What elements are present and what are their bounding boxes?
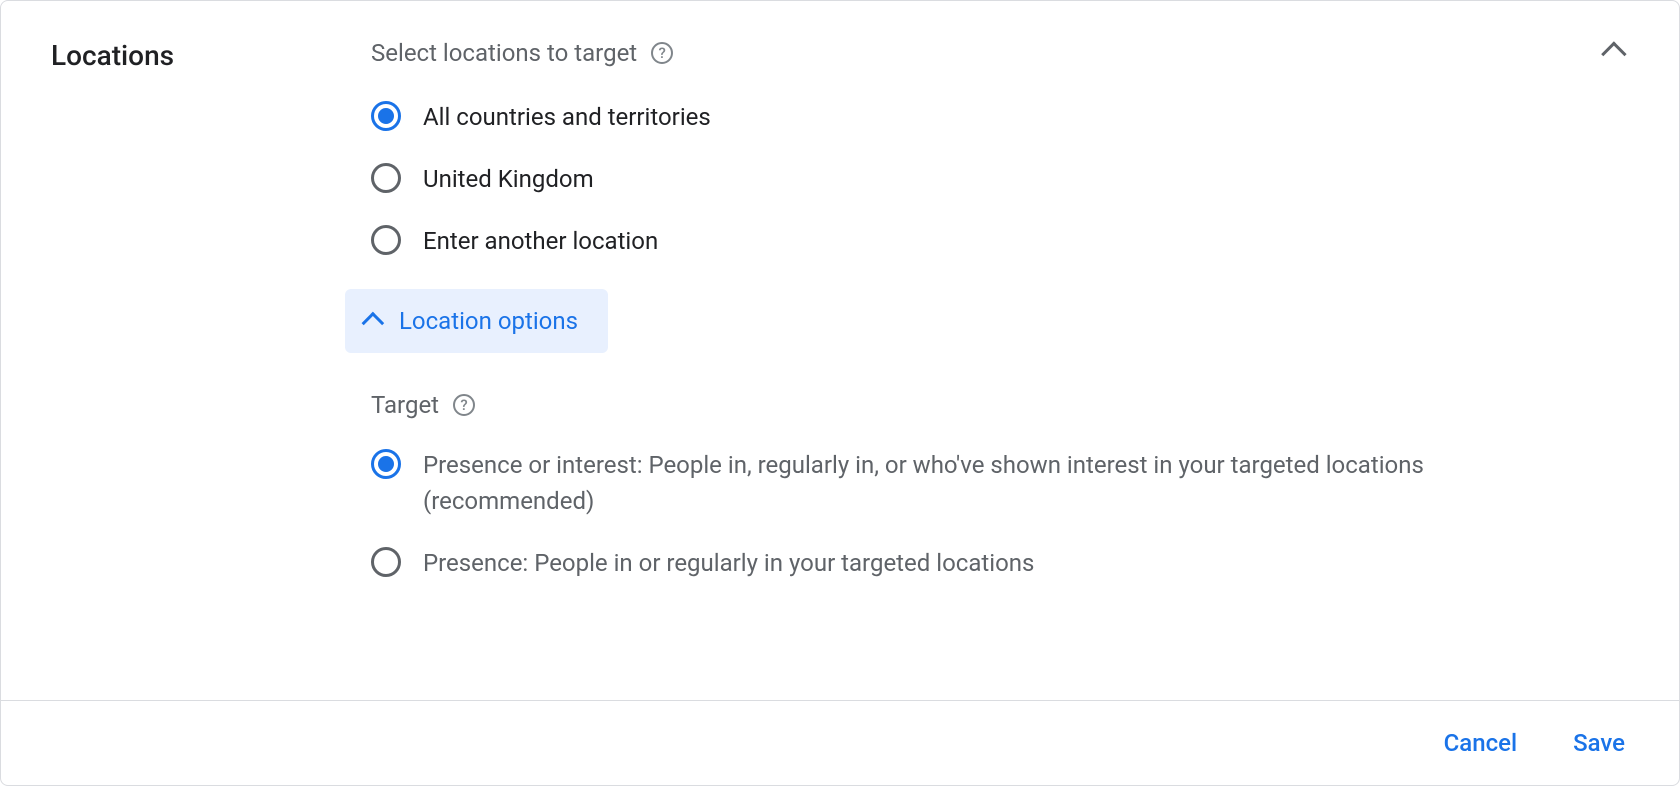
radio-button[interactable]	[371, 163, 401, 193]
radio-target-presence-or-interest[interactable]: Presence or interest: People in, regular…	[371, 447, 1549, 519]
radio-button[interactable]	[371, 101, 401, 131]
location-options-label: Location options	[399, 307, 578, 335]
chevron-up-icon	[362, 312, 385, 335]
save-button[interactable]: Save	[1573, 729, 1625, 757]
radio-option-enter-another[interactable]: Enter another location	[371, 223, 1549, 259]
locations-card: Locations Select locations to target ? A…	[0, 0, 1680, 786]
radio-label: Enter another location	[423, 223, 658, 259]
content-area: Select locations to target ? All countri…	[371, 39, 1629, 670]
collapse-section-button[interactable]	[1599, 35, 1633, 73]
radio-option-all-countries[interactable]: All countries and territories	[371, 99, 1549, 135]
radio-label: All countries and territories	[423, 99, 711, 135]
chevron-up-icon	[1601, 41, 1626, 66]
help-icon[interactable]: ?	[453, 394, 475, 416]
location-options-toggle[interactable]: Location options	[345, 289, 608, 353]
radio-button[interactable]	[371, 225, 401, 255]
radio-target-presence[interactable]: Presence: People in or regularly in your…	[371, 545, 1549, 581]
target-label: Target	[371, 391, 439, 419]
target-header: Target ?	[371, 391, 1549, 419]
radio-label: United Kingdom	[423, 161, 594, 197]
radio-label: Presence or interest: People in, regular…	[423, 447, 1549, 519]
card-body: Locations Select locations to target ? A…	[1, 1, 1679, 700]
radio-option-united-kingdom[interactable]: United Kingdom	[371, 161, 1549, 197]
cancel-button[interactable]: Cancel	[1444, 729, 1517, 757]
subtitle-text: Select locations to target	[371, 39, 637, 67]
subtitle-row: Select locations to target ?	[371, 39, 1549, 67]
radio-button[interactable]	[371, 449, 401, 479]
section-title: Locations	[51, 39, 371, 670]
radio-label: Presence: People in or regularly in your…	[423, 545, 1034, 581]
help-icon[interactable]: ?	[651, 42, 673, 64]
card-footer: Cancel Save	[1, 700, 1679, 785]
radio-button[interactable]	[371, 547, 401, 577]
